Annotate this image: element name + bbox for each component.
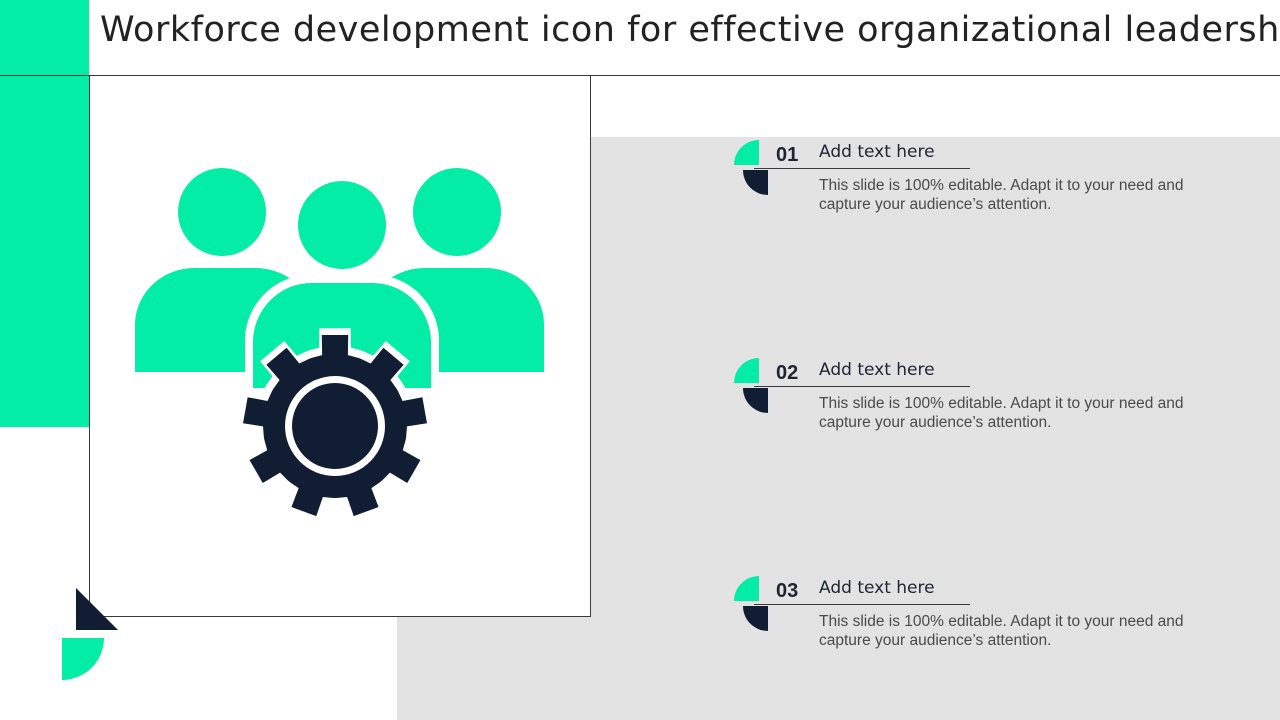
slide-title: Workforce development icon for effective… — [100, 10, 1280, 50]
quarter-circle-dark — [743, 606, 768, 631]
person-right-head — [413, 168, 501, 256]
item-heading: Add text here — [819, 360, 935, 380]
gear-icon — [236, 328, 434, 524]
item-number: 03 — [776, 580, 799, 602]
item-description: This slide is 100% editable. Adapt it to… — [819, 395, 1184, 431]
list-item-1: 01 Add text here This slide is 100% edit… — [734, 138, 1204, 238]
item-number: 01 — [776, 144, 799, 166]
item-divider — [754, 168, 970, 169]
quarter-circle-green — [62, 638, 104, 680]
list-item-2: 02 Add text here This slide is 100% edit… — [734, 356, 1204, 456]
gray-background-extension — [397, 615, 590, 720]
item-description: This slide is 100% editable. Adapt it to… — [819, 613, 1184, 649]
team-gear-icon — [135, 168, 544, 524]
item-divider — [754, 386, 970, 387]
quarter-circle-dark — [743, 170, 768, 195]
person-center-head — [298, 181, 386, 269]
quarter-circle-green — [734, 358, 759, 383]
item-number: 02 — [776, 362, 799, 384]
item-heading: Add text here — [819, 142, 935, 162]
quarter-circle-green — [734, 140, 759, 165]
quarter-circle-green — [734, 576, 759, 601]
list-item-3: 03 Add text here This slide is 100% edit… — [734, 574, 1204, 674]
item-divider — [754, 604, 970, 605]
quarter-circle-dark — [76, 588, 118, 630]
person-left-head — [178, 168, 266, 256]
quarter-circle-dark — [743, 388, 768, 413]
accent-side-bar — [0, 0, 89, 427]
item-description: This slide is 100% editable. Adapt it to… — [819, 177, 1184, 213]
item-heading: Add text here — [819, 578, 935, 598]
